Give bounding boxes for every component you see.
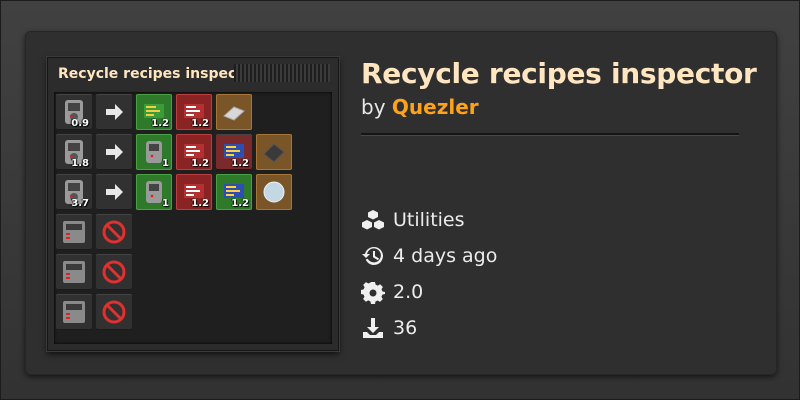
arrow-right-icon bbox=[106, 184, 123, 200]
mod-byline: by Quezler bbox=[361, 95, 479, 119]
recycler-slot[interactable] bbox=[56, 214, 92, 250]
download-icon bbox=[363, 318, 383, 338]
output-slot[interactable]: 1.2 bbox=[176, 94, 212, 130]
recipe-row: 3.7 1 1.2 1.2 bbox=[56, 174, 292, 212]
recycler-slot[interactable] bbox=[56, 294, 92, 330]
mod-card[interactable]: Recycle recipes inspector 0.9 1.2 1.2 1.… bbox=[25, 31, 777, 375]
author-link[interactable]: Quezler bbox=[392, 95, 479, 119]
output-count: 1 bbox=[162, 198, 169, 209]
recipe-row bbox=[56, 214, 132, 252]
mod-title[interactable]: Recycle recipes inspector bbox=[361, 57, 757, 90]
machine-icon bbox=[63, 221, 85, 243]
output-slot[interactable]: 1.2 bbox=[216, 134, 252, 170]
arrow-slot bbox=[96, 174, 132, 210]
recipe-row: 0.9 1.2 1.2 bbox=[56, 94, 252, 132]
output-slot[interactable] bbox=[216, 94, 252, 130]
output-slot[interactable] bbox=[256, 134, 292, 170]
recipe-row bbox=[56, 254, 132, 292]
machine-icon bbox=[63, 261, 85, 283]
prohibited-icon bbox=[102, 220, 126, 244]
recycler-slot[interactable]: 1.8 bbox=[56, 134, 92, 170]
ice-icon bbox=[263, 181, 285, 203]
no-recipe-slot bbox=[96, 254, 132, 290]
recycler-slot[interactable]: 0.9 bbox=[56, 94, 92, 130]
divider bbox=[361, 133, 739, 135]
recycler-slot[interactable]: 3.7 bbox=[56, 174, 92, 210]
output-count: 1.2 bbox=[151, 118, 169, 129]
output-slot[interactable]: 1.2 bbox=[216, 174, 252, 210]
version-row: 2.0 bbox=[361, 277, 423, 307]
output-count: 1.2 bbox=[191, 198, 209, 209]
no-recipe-slot bbox=[96, 214, 132, 250]
output-slot[interactable] bbox=[256, 174, 292, 210]
prohibited-icon bbox=[102, 300, 126, 324]
updated-row: 4 days ago bbox=[361, 241, 497, 271]
concrete-icon bbox=[263, 143, 285, 163]
output-count: 1.2 bbox=[191, 158, 209, 169]
output-count: 1.2 bbox=[191, 118, 209, 129]
recycler-slot[interactable] bbox=[56, 254, 92, 290]
input-count: 3.7 bbox=[71, 198, 89, 209]
output-count: 1 bbox=[162, 158, 169, 169]
output-count: 1.2 bbox=[231, 158, 249, 169]
input-count: 1.8 bbox=[71, 158, 89, 169]
arrow-slot bbox=[96, 134, 132, 170]
output-count: 1.2 bbox=[231, 198, 249, 209]
output-slot[interactable]: 1.2 bbox=[136, 94, 172, 130]
category-row: Utilities bbox=[361, 205, 465, 235]
machine-icon bbox=[63, 301, 85, 323]
downloads-row: 36 bbox=[361, 313, 417, 343]
output-slot[interactable]: 1.2 bbox=[176, 174, 212, 210]
updated-label: 4 days ago bbox=[393, 245, 498, 267]
arrow-right-icon bbox=[106, 144, 123, 160]
output-slot[interactable]: 1 bbox=[136, 174, 172, 210]
gear-icon bbox=[361, 282, 385, 304]
output-slot[interactable]: 1.2 bbox=[176, 134, 212, 170]
arrow-slot bbox=[96, 94, 132, 130]
version-label: 2.0 bbox=[393, 281, 424, 303]
input-count: 0.9 bbox=[71, 118, 89, 129]
drag-handle[interactable] bbox=[234, 64, 330, 82]
arrow-right-icon bbox=[106, 104, 123, 120]
history-icon bbox=[362, 246, 383, 265]
page-frame: Recycle recipes inspector 0.9 1.2 1.2 1.… bbox=[0, 0, 800, 400]
inspector-body: 0.9 1.2 1.2 1.8 1 1.2 1.2 3.7 1 1.2 1.2 bbox=[54, 92, 332, 344]
recipe-row bbox=[56, 294, 132, 332]
by-label: by bbox=[361, 95, 386, 119]
downloads-label: 36 bbox=[393, 317, 418, 339]
inspector-preview: Recycle recipes inspector 0.9 1.2 1.2 1.… bbox=[47, 57, 339, 351]
inspector-header: Recycle recipes inspector bbox=[48, 58, 338, 90]
output-slot[interactable]: 1 bbox=[136, 134, 172, 170]
steel-plate-icon bbox=[223, 106, 245, 121]
prohibited-icon bbox=[102, 260, 126, 284]
category-label[interactable]: Utilities bbox=[393, 209, 465, 231]
inspector-title: Recycle recipes inspector bbox=[58, 66, 260, 82]
recipe-row: 1.8 1 1.2 1.2 bbox=[56, 134, 292, 172]
cubes-icon bbox=[362, 210, 384, 230]
no-recipe-slot bbox=[96, 294, 132, 330]
